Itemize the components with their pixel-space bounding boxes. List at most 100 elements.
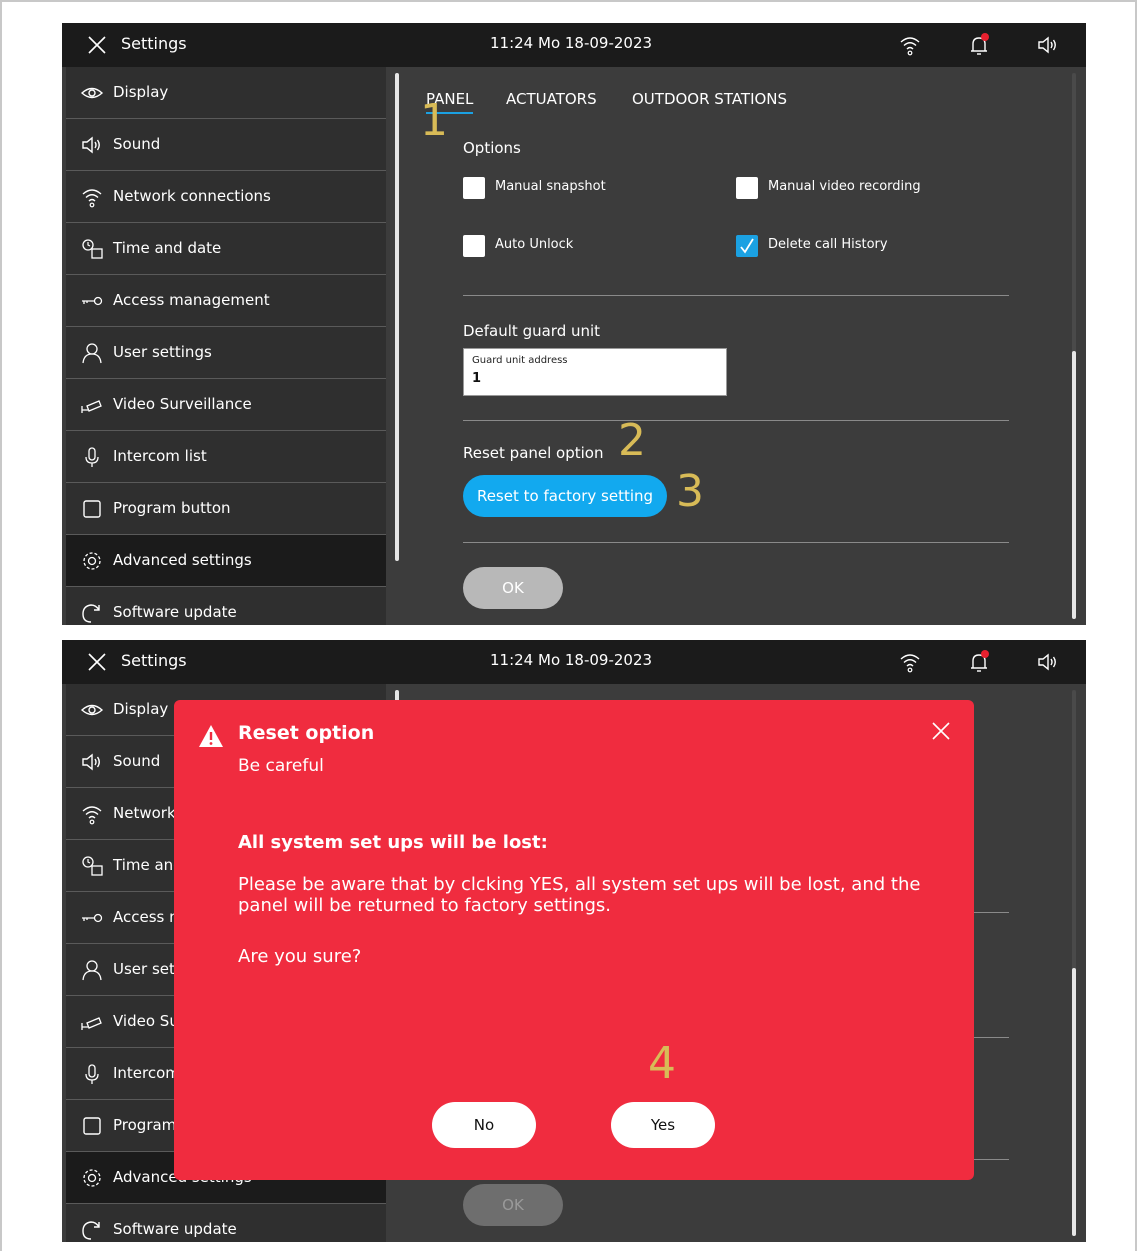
dialog-close-icon[interactable] (930, 720, 952, 742)
user-icon (82, 343, 102, 364)
square-icon (83, 1117, 101, 1135)
checkmark-icon (740, 238, 754, 254)
speaker-icon[interactable] (1036, 33, 1060, 57)
wifi-icon (82, 189, 102, 208)
user-icon (82, 960, 102, 981)
divider (463, 420, 1009, 421)
sidebar-item-label: Display (113, 700, 169, 718)
refresh-icon (82, 604, 100, 623)
sidebar-item-user[interactable]: User settings (66, 327, 386, 379)
annotation-step-1: 1 (420, 95, 448, 146)
sidebar-item-label: Display (113, 83, 169, 101)
speaker-icon[interactable] (1036, 650, 1060, 674)
dialog-heading: All system set ups will be lost: (238, 832, 548, 853)
content-scrollbar[interactable] (1072, 351, 1076, 619)
sidebar-item-display[interactable]: Display (66, 67, 386, 119)
sidebar-item-label: Time and date (113, 239, 222, 257)
sidebar-item-network[interactable]: Network connections (66, 171, 386, 223)
settings-screen-confirm: Settings 11:24 Mo 18-09-2023 Display Sou… (62, 640, 1086, 1242)
manual-video-checkbox[interactable] (736, 177, 758, 199)
annotation-step-3: 3 (676, 466, 704, 517)
sidebar-item-label: User settings (113, 343, 212, 361)
sidebar-item-software[interactable]: Software update (66, 587, 386, 625)
sidebar-item-label: Advanced settings (113, 551, 252, 569)
sidebar-item-advanced[interactable]: Advanced settings (66, 535, 386, 587)
tab-actuators[interactable]: ACTUATORS (506, 90, 597, 108)
clock-calendar-icon (82, 856, 103, 876)
annotation-step-2: 2 (618, 415, 646, 466)
top-bar: Settings 11:24 Mo 18-09-2023 (62, 640, 1086, 684)
options-title: Options (463, 139, 521, 157)
speaker-icon (82, 136, 100, 154)
settings-screen-panel: Settings 11:24 Mo 18-09-2023 Display Sou… (62, 23, 1086, 625)
sidebar-item-label: Sound (113, 135, 161, 153)
yes-button[interactable]: Yes (611, 1102, 715, 1148)
sidebar-item-label: Access management (113, 291, 270, 309)
sidebar-item-intercom[interactable]: Intercom list (66, 431, 386, 483)
key-icon (82, 913, 103, 923)
clock-date: 11:24 Mo 18-09-2023 (490, 34, 653, 52)
reset-factory-button[interactable]: Reset to factory setting (463, 475, 667, 517)
dialog-title: Reset option (238, 722, 375, 744)
reset-confirm-dialog: Reset option Be careful All system set u… (174, 700, 974, 1180)
window-title: Settings (121, 651, 187, 670)
guard-address-field[interactable]: Guard unit address 1 (463, 348, 727, 396)
wifi-icon (82, 806, 102, 825)
sidebar-item-time[interactable]: Time and date (66, 223, 386, 275)
speaker-icon (82, 753, 100, 771)
sidebar-item-video[interactable]: Video Surveillance (66, 379, 386, 431)
bell-icon[interactable] (967, 33, 991, 57)
refresh-icon (82, 1221, 100, 1240)
manual-snapshot-label: Manual snapshot (495, 179, 606, 194)
delete-history-label: Delete call History (768, 237, 888, 252)
sidebar-item-label: Program button (113, 499, 231, 517)
close-icon[interactable] (86, 651, 108, 673)
reset-title: Reset panel option (463, 444, 604, 462)
sidebar-item-label: Software update (113, 1220, 237, 1238)
square-icon (83, 500, 101, 518)
gear-icon (83, 552, 101, 570)
key-icon (82, 296, 103, 306)
wifi-icon[interactable] (898, 650, 922, 674)
auto-unlock-checkbox[interactable] (463, 235, 485, 257)
guard-title: Default guard unit (463, 322, 601, 340)
window-title: Settings (121, 34, 187, 53)
top-bar: Settings 11:24 Mo 18-09-2023 (62, 23, 1086, 67)
ok-button[interactable]: OK (463, 567, 563, 609)
annotation-step-4: 4 (648, 1038, 676, 1089)
tab-outdoor-stations[interactable]: OUTDOOR STATIONS (632, 90, 787, 108)
dialog-question: Are you sure? (238, 946, 362, 967)
eye-icon (80, 704, 104, 716)
no-button[interactable]: No (432, 1102, 536, 1148)
close-icon[interactable] (86, 34, 108, 56)
sidebar-item-label: Sound (113, 752, 161, 770)
sidebar-item-sound[interactable]: Sound (66, 119, 386, 171)
clock-calendar-icon (82, 239, 103, 259)
wifi-icon[interactable] (898, 33, 922, 57)
dialog-subtitle: Be careful (238, 756, 324, 776)
sidebar-item-software[interactable]: Software update (66, 1204, 386, 1242)
dialog-body: Please be aware that by clcking YES, all… (238, 874, 921, 916)
camera-icon (81, 400, 102, 413)
ok-button[interactable]: OK (463, 1184, 563, 1226)
manual-snapshot-checkbox[interactable] (463, 177, 485, 199)
manual-video-label: Manual video recording (768, 179, 921, 194)
sidebar-item-access[interactable]: Access management (66, 275, 386, 327)
delete-history-checkbox[interactable] (736, 235, 758, 257)
sidebar-item-label: Software update (113, 603, 237, 621)
microphone-icon (85, 1064, 99, 1084)
content-scrollbar[interactable] (1072, 968, 1076, 1236)
gear-icon (83, 1169, 101, 1187)
guard-address-label: Guard unit address (472, 355, 568, 366)
sidebar-item-program[interactable]: Program button (66, 483, 386, 535)
warning-icon (199, 725, 223, 747)
guard-address-value: 1 (472, 371, 482, 386)
sidebar-scrollbar[interactable] (395, 73, 399, 561)
sidebar-item-label: Network connections (113, 187, 271, 205)
clock-date: 11:24 Mo 18-09-2023 (490, 651, 653, 669)
eye-icon (80, 87, 104, 99)
auto-unlock-label: Auto Unlock (495, 237, 574, 252)
bell-icon[interactable] (967, 650, 991, 674)
microphone-icon (85, 447, 99, 467)
settings-sidebar: Display Sound Network connections Time a… (66, 67, 386, 625)
